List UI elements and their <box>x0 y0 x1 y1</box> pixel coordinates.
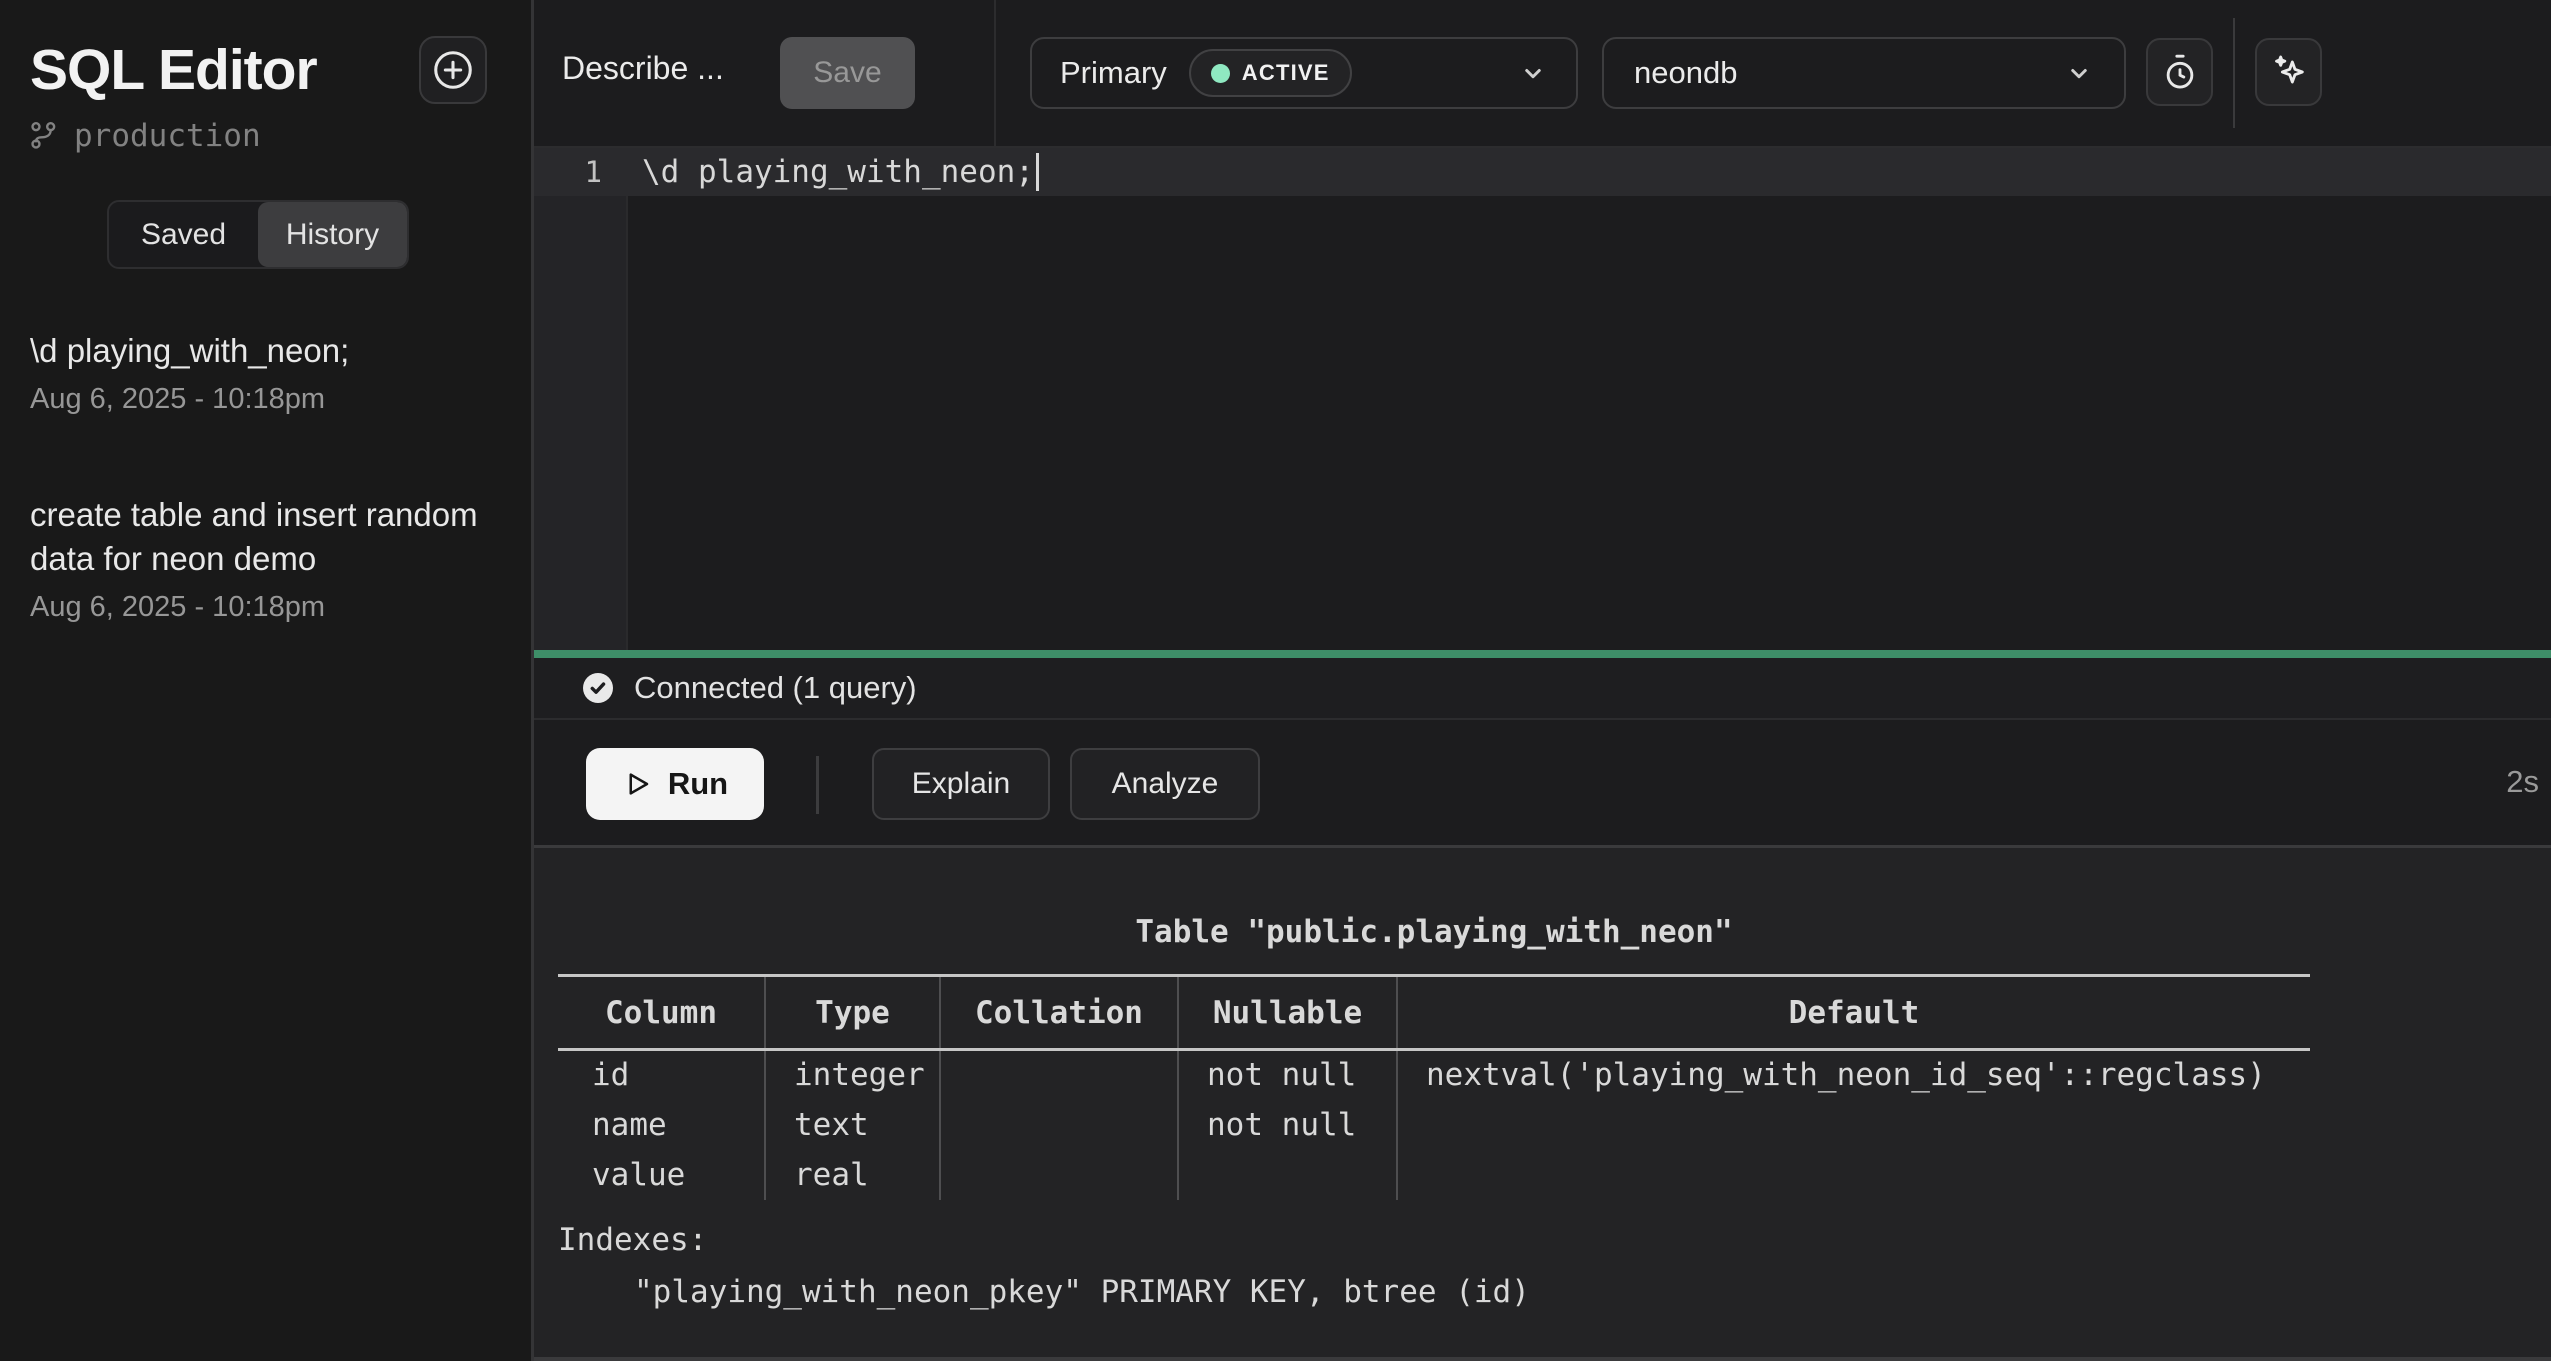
chevron-down-icon <box>1518 58 1548 88</box>
column-header: Type <box>765 976 940 1050</box>
cell: nextval('playing_with_neon_id_seq'::regc… <box>1397 1050 2310 1100</box>
saved-history-toggle: Saved History <box>107 200 409 269</box>
play-icon <box>622 769 652 799</box>
cell: integer <box>765 1050 940 1100</box>
table-row: value real <box>558 1150 2310 1200</box>
run-button-label: Run <box>668 766 728 802</box>
history-item-timestamp: Aug 6, 2025 - 10:18pm <box>30 379 491 419</box>
connection-status-bar: Connected (1 query) <box>534 658 2551 720</box>
chevron-down-icon <box>2064 58 2094 88</box>
cell: id <box>558 1050 765 1100</box>
code-text: \d playing_with_neon; <box>642 154 1034 190</box>
plus-circle-icon <box>430 47 476 93</box>
ai-assist-button[interactable] <box>2255 38 2322 106</box>
tab-history[interactable]: History <box>258 202 407 267</box>
history-item[interactable]: create table and insert random data for … <box>30 493 491 627</box>
toolbar-divider <box>2233 18 2235 128</box>
editor-gutter <box>534 148 628 650</box>
history-item-title: \d playing_with_neon; <box>30 329 491 373</box>
stopwatch-icon <box>2161 53 2199 91</box>
results-panel: Table "public.playing_with_neon" Column … <box>534 848 2551 1361</box>
indexes-label: Indexes: <box>558 1214 2551 1266</box>
cell <box>1178 1150 1397 1200</box>
query-title: Describe ... <box>562 50 724 87</box>
action-divider <box>816 756 819 814</box>
new-query-button[interactable] <box>419 36 487 104</box>
cell: text <box>765 1100 940 1150</box>
result-header-row: Column Type Collation Nullable Default <box>558 976 2310 1050</box>
query-duration: 2s <box>2506 764 2539 800</box>
sql-editor-app: SQL Editor production Saved History <box>0 0 2551 1361</box>
query-timer-button[interactable] <box>2146 38 2213 106</box>
cell: value <box>558 1150 765 1200</box>
cell: real <box>765 1150 940 1200</box>
cell: not null <box>1178 1050 1397 1100</box>
cell <box>1397 1100 2310 1150</box>
branch-indicator: production <box>28 118 531 154</box>
cell <box>940 1050 1178 1100</box>
column-header: Collation <box>940 976 1178 1050</box>
history-item-timestamp: Aug 6, 2025 - 10:18pm <box>30 587 491 627</box>
result-table-title: Table "public.playing_with_neon" <box>558 906 2310 958</box>
text-cursor <box>1036 153 1039 191</box>
database-select[interactable]: neondb <box>1602 37 2126 109</box>
column-header: Default <box>1397 976 2310 1050</box>
history-item[interactable]: \d playing_with_neon; Aug 6, 2025 - 10:1… <box>30 329 491 419</box>
tab-saved[interactable]: Saved <box>109 202 258 267</box>
pane-resize-handle[interactable] <box>534 650 2551 658</box>
page-title: SQL Editor <box>30 36 317 104</box>
check-circle-icon <box>580 670 616 706</box>
branch-select-value: Primary <box>1060 55 1167 91</box>
action-bar: Run Explain Analyze 2s <box>534 720 2551 848</box>
branch-name: production <box>74 118 261 154</box>
column-header: Column <box>558 976 765 1050</box>
sparkles-icon <box>2269 52 2309 92</box>
connection-status-text: Connected (1 query) <box>634 670 917 706</box>
table-row: name text not null <box>558 1100 2310 1150</box>
explain-button[interactable]: Explain <box>872 748 1050 820</box>
git-branch-icon <box>28 120 60 152</box>
database-select-value: neondb <box>1634 55 1737 91</box>
cell: name <box>558 1100 765 1150</box>
code-editor[interactable]: 1 \d playing_with_neon; <box>534 148 2551 650</box>
cell <box>940 1150 1178 1200</box>
analyze-button[interactable]: Analyze <box>1070 748 1260 820</box>
index-entry: "playing_with_neon_pkey" PRIMARY KEY, bt… <box>558 1266 2551 1318</box>
status-badge: ACTIVE <box>1189 49 1352 97</box>
sidebar: SQL Editor production Saved History <box>0 0 534 1361</box>
line-number: 1 <box>534 155 628 189</box>
main-pane: Describe ... Save Primary ACTIVE neondb <box>534 0 2551 1361</box>
status-badge-label: ACTIVE <box>1242 60 1330 86</box>
sidebar-header: SQL Editor <box>0 0 531 104</box>
history-list: \d playing_with_neon; Aug 6, 2025 - 10:1… <box>0 329 531 627</box>
code-line: 1 \d playing_with_neon; <box>534 148 2551 196</box>
table-row: id integer not null nextval('playing_wit… <box>558 1050 2310 1100</box>
branch-select[interactable]: Primary ACTIVE <box>1030 37 1578 109</box>
cell: not null <box>1178 1100 1397 1150</box>
history-item-title: create table and insert random data for … <box>30 493 491 581</box>
run-button[interactable]: Run <box>586 748 764 820</box>
psql-output: Table "public.playing_with_neon" Column … <box>534 848 2551 1318</box>
result-table: Column Type Collation Nullable Default i… <box>558 974 2310 1200</box>
cell <box>1397 1150 2310 1200</box>
save-button[interactable]: Save <box>780 37 915 109</box>
toolbar: Describe ... Save Primary ACTIVE neondb <box>534 0 2551 148</box>
cell <box>940 1100 1178 1150</box>
toolbar-divider <box>994 0 996 146</box>
active-dot-icon <box>1211 64 1230 83</box>
column-header: Nullable <box>1178 976 1397 1050</box>
